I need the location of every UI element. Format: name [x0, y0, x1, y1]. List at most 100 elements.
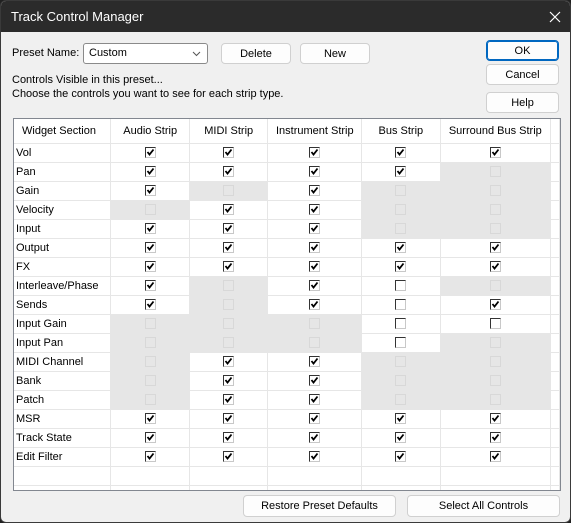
- checkbox-bus-strip: [395, 185, 407, 197]
- cell-surround-bus-strip: [440, 314, 552, 334]
- checkbox-audio-strip[interactable]: [144, 432, 156, 444]
- checkbox-instrument-strip[interactable]: [309, 223, 321, 235]
- checkbox-surround-bus-strip[interactable]: [489, 318, 501, 330]
- checkbox-audio-strip[interactable]: [144, 166, 156, 178]
- cell-surround-bus-strip: [440, 371, 552, 391]
- checkbox-audio-strip[interactable]: [144, 299, 156, 311]
- cell-midi-strip: [189, 371, 269, 391]
- checkbox-instrument-strip[interactable]: [309, 394, 321, 406]
- delete-button[interactable]: Delete: [221, 43, 291, 64]
- cell-audio-strip: [110, 447, 190, 467]
- checkbox-midi-strip[interactable]: [223, 166, 235, 178]
- grid-row: Input Gain: [14, 314, 560, 334]
- checkbox-instrument-strip[interactable]: [309, 147, 321, 159]
- checkbox-instrument-strip[interactable]: [309, 242, 321, 254]
- column-header-bus-strip[interactable]: Bus Strip: [361, 119, 441, 144]
- column-header-instrument-strip[interactable]: Instrument Strip: [267, 119, 363, 144]
- checkbox-instrument-strip[interactable]: [309, 261, 321, 273]
- checkbox-surround-bus-strip[interactable]: [489, 451, 501, 463]
- cell-surround-bus-strip: [440, 333, 552, 353]
- checkbox-bus-strip[interactable]: [395, 337, 407, 349]
- checkbox-surround-bus-strip: [489, 166, 501, 178]
- column-header-audio-strip[interactable]: Audio Strip: [110, 119, 190, 144]
- checkbox-midi-strip[interactable]: [223, 223, 235, 235]
- checkbox-audio-strip[interactable]: [144, 451, 156, 463]
- new-button[interactable]: New: [300, 43, 370, 64]
- empty-cell: [14, 485, 112, 490]
- empty-cell: [14, 466, 112, 486]
- checkbox-midi-strip[interactable]: [223, 394, 235, 406]
- select-all-controls-button[interactable]: Select All Controls: [407, 495, 560, 517]
- checkbox-surround-bus-strip[interactable]: [489, 261, 501, 273]
- help-button[interactable]: Help: [486, 92, 559, 113]
- checkmark-icon: [146, 263, 154, 271]
- empty-cell: [189, 466, 269, 486]
- checkbox-instrument-strip[interactable]: [309, 356, 321, 368]
- checkbox-surround-bus-strip[interactable]: [489, 147, 501, 159]
- checkbox-audio-strip[interactable]: [144, 413, 156, 425]
- checkmark-icon: [311, 453, 319, 461]
- checkbox-surround-bus-strip[interactable]: [489, 432, 501, 444]
- checkbox-surround-bus-strip[interactable]: [489, 242, 501, 254]
- checkbox-bus-strip[interactable]: [395, 413, 407, 425]
- checkbox-instrument-strip[interactable]: [309, 166, 321, 178]
- grid-row-empty: [14, 485, 560, 490]
- checkbox-bus-strip[interactable]: [395, 147, 407, 159]
- checkbox-bus-strip[interactable]: [395, 242, 407, 254]
- checkbox-audio-strip[interactable]: [144, 242, 156, 254]
- checkbox-instrument-strip[interactable]: [309, 413, 321, 425]
- checkbox-instrument-strip[interactable]: [309, 204, 321, 216]
- checkmark-icon: [146, 149, 154, 157]
- checkbox-bus-strip[interactable]: [395, 299, 407, 311]
- checkmark-icon: [225, 434, 233, 442]
- checkbox-midi-strip[interactable]: [223, 147, 235, 159]
- checkbox-surround-bus-strip[interactable]: [489, 413, 501, 425]
- checkbox-audio-strip[interactable]: [144, 147, 156, 159]
- column-header-surround-bus-strip[interactable]: Surround Bus Strip: [440, 119, 552, 144]
- checkbox-midi-strip[interactable]: [223, 261, 235, 273]
- empty-cell: [267, 485, 363, 490]
- checkmark-icon: [225, 453, 233, 461]
- checkbox-bus-strip[interactable]: [395, 318, 407, 330]
- checkbox-bus-strip[interactable]: [395, 451, 407, 463]
- checkbox-audio-strip[interactable]: [144, 185, 156, 197]
- controls-grid: Widget Section Audio Strip MIDI Strip In…: [13, 118, 561, 491]
- checkbox-audio-strip[interactable]: [144, 261, 156, 273]
- preset-name-dropdown[interactable]: Custom: [83, 43, 208, 64]
- checkbox-bus-strip[interactable]: [395, 280, 407, 292]
- checkbox-midi-strip[interactable]: [223, 356, 235, 368]
- cell-audio-strip: [110, 143, 190, 163]
- ok-button[interactable]: OK: [486, 40, 559, 61]
- column-header-midi-strip[interactable]: MIDI Strip: [189, 119, 269, 144]
- checkbox-instrument-strip[interactable]: [309, 375, 321, 387]
- checkbox-surround-bus-strip: [489, 204, 501, 216]
- checkbox-midi-strip[interactable]: [223, 432, 235, 444]
- checkbox-surround-bus-strip[interactable]: [489, 299, 501, 311]
- checkbox-instrument-strip[interactable]: [309, 299, 321, 311]
- checkbox-instrument-strip[interactable]: [309, 451, 321, 463]
- cancel-button[interactable]: Cancel: [486, 64, 559, 85]
- checkbox-instrument-strip[interactable]: [309, 185, 321, 197]
- checkbox-bus-strip[interactable]: [395, 261, 407, 273]
- empty-cell: [440, 466, 552, 486]
- restore-preset-defaults-button[interactable]: Restore Preset Defaults: [243, 495, 396, 517]
- cell-surround-bus-strip: [440, 447, 552, 467]
- preset-name-label: Preset Name:: [12, 47, 80, 59]
- checkbox-instrument-strip[interactable]: [309, 432, 321, 444]
- checkbox-audio-strip[interactable]: [144, 223, 156, 235]
- checkbox-bus-strip[interactable]: [395, 432, 407, 444]
- checkbox-audio-strip[interactable]: [144, 280, 156, 292]
- grid-row: Velocity: [14, 200, 560, 220]
- cell-bus-strip: [361, 162, 441, 182]
- cell-instrument-strip: [267, 257, 363, 277]
- checkbox-instrument-strip[interactable]: [309, 280, 321, 292]
- checkbox-midi-strip[interactable]: [223, 204, 235, 216]
- close-button[interactable]: [540, 1, 570, 32]
- checkbox-midi-strip[interactable]: [223, 375, 235, 387]
- checkbox-midi-strip[interactable]: [223, 242, 235, 254]
- cell-audio-strip: [110, 390, 190, 410]
- column-header-widget-section[interactable]: Widget Section: [14, 119, 112, 144]
- checkbox-bus-strip[interactable]: [395, 166, 407, 178]
- checkbox-midi-strip[interactable]: [223, 413, 235, 425]
- checkbox-midi-strip[interactable]: [223, 451, 235, 463]
